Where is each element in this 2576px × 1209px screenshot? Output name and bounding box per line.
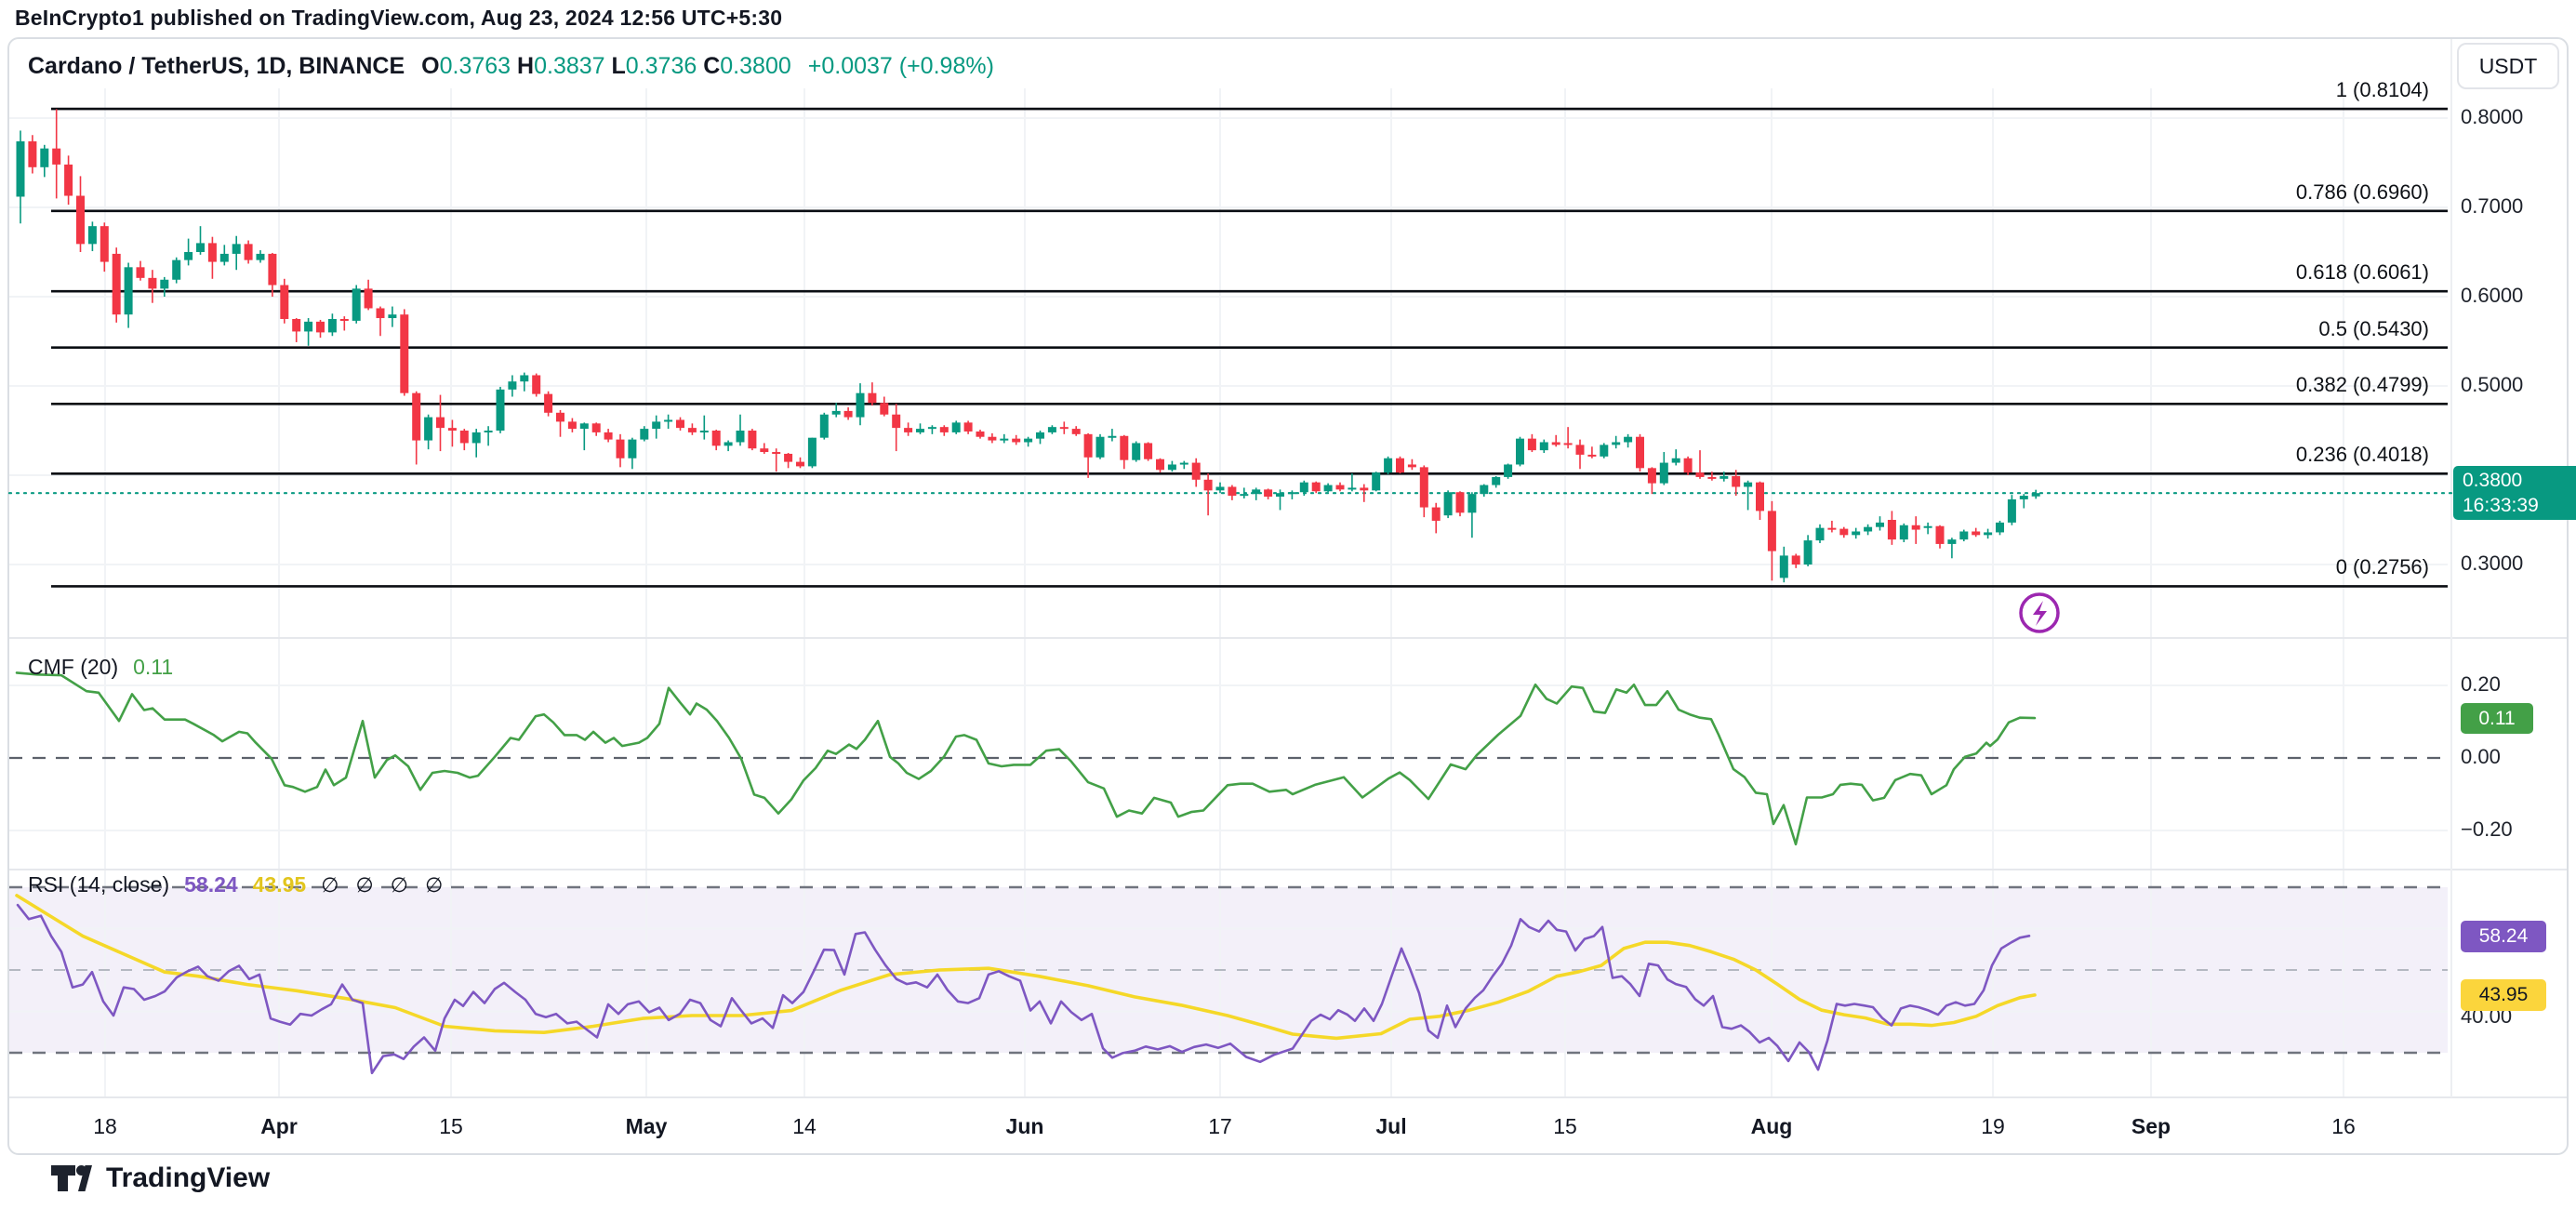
rsi-empty-values: ∅ ∅ ∅ ∅ <box>321 873 443 897</box>
last-price-value: 0.3800 <box>2463 468 2576 493</box>
flash-idea-icon[interactable] <box>2021 594 2058 631</box>
currency-toggle-button[interactable]: USDT <box>2457 43 2559 89</box>
cmf-value-badge: 0.11 <box>2461 703 2533 734</box>
rsi-indicator-name: RSI (14, close) <box>28 872 169 897</box>
chart-canvas[interactable] <box>0 0 2576 1209</box>
cmf-badge-value: 0.11 <box>2478 708 2515 730</box>
last-price-badge: 0.3800 16:33:39 <box>2453 466 2576 520</box>
rsi-ma-value-badge: 43.95 <box>2461 979 2546 1011</box>
rsi-indicator-header[interactable]: RSI (14, close) 58.24 43.95 ∅ ∅ ∅ ∅ <box>28 872 443 897</box>
tradingview-footer[interactable]: TradingView <box>50 1162 270 1194</box>
cmf-indicator-value: 0.11 <box>133 655 173 680</box>
currency-toggle-label: USDT <box>2479 54 2538 79</box>
tradingview-logo-icon <box>50 1164 93 1192</box>
fib-retracement-lines <box>51 109 2448 586</box>
rsi-indicator-value: 58.24 <box>184 872 238 897</box>
rsi-badge-value: 58.24 <box>2479 925 2529 948</box>
bar-countdown: 16:33:39 <box>2463 493 2576 518</box>
rsi-value-badge: 58.24 <box>2461 921 2546 952</box>
tradingview-brand-text: TradingView <box>106 1162 270 1194</box>
cmf-indicator-name: CMF (20) <box>28 655 118 680</box>
candlestick-series <box>17 109 2040 582</box>
cmf-indicator-header[interactable]: CMF (20) 0.11 <box>28 655 173 680</box>
rsi-ma-badge-value: 43.95 <box>2479 984 2529 1006</box>
rsi-ma-indicator-value: 43.95 <box>253 872 307 897</box>
